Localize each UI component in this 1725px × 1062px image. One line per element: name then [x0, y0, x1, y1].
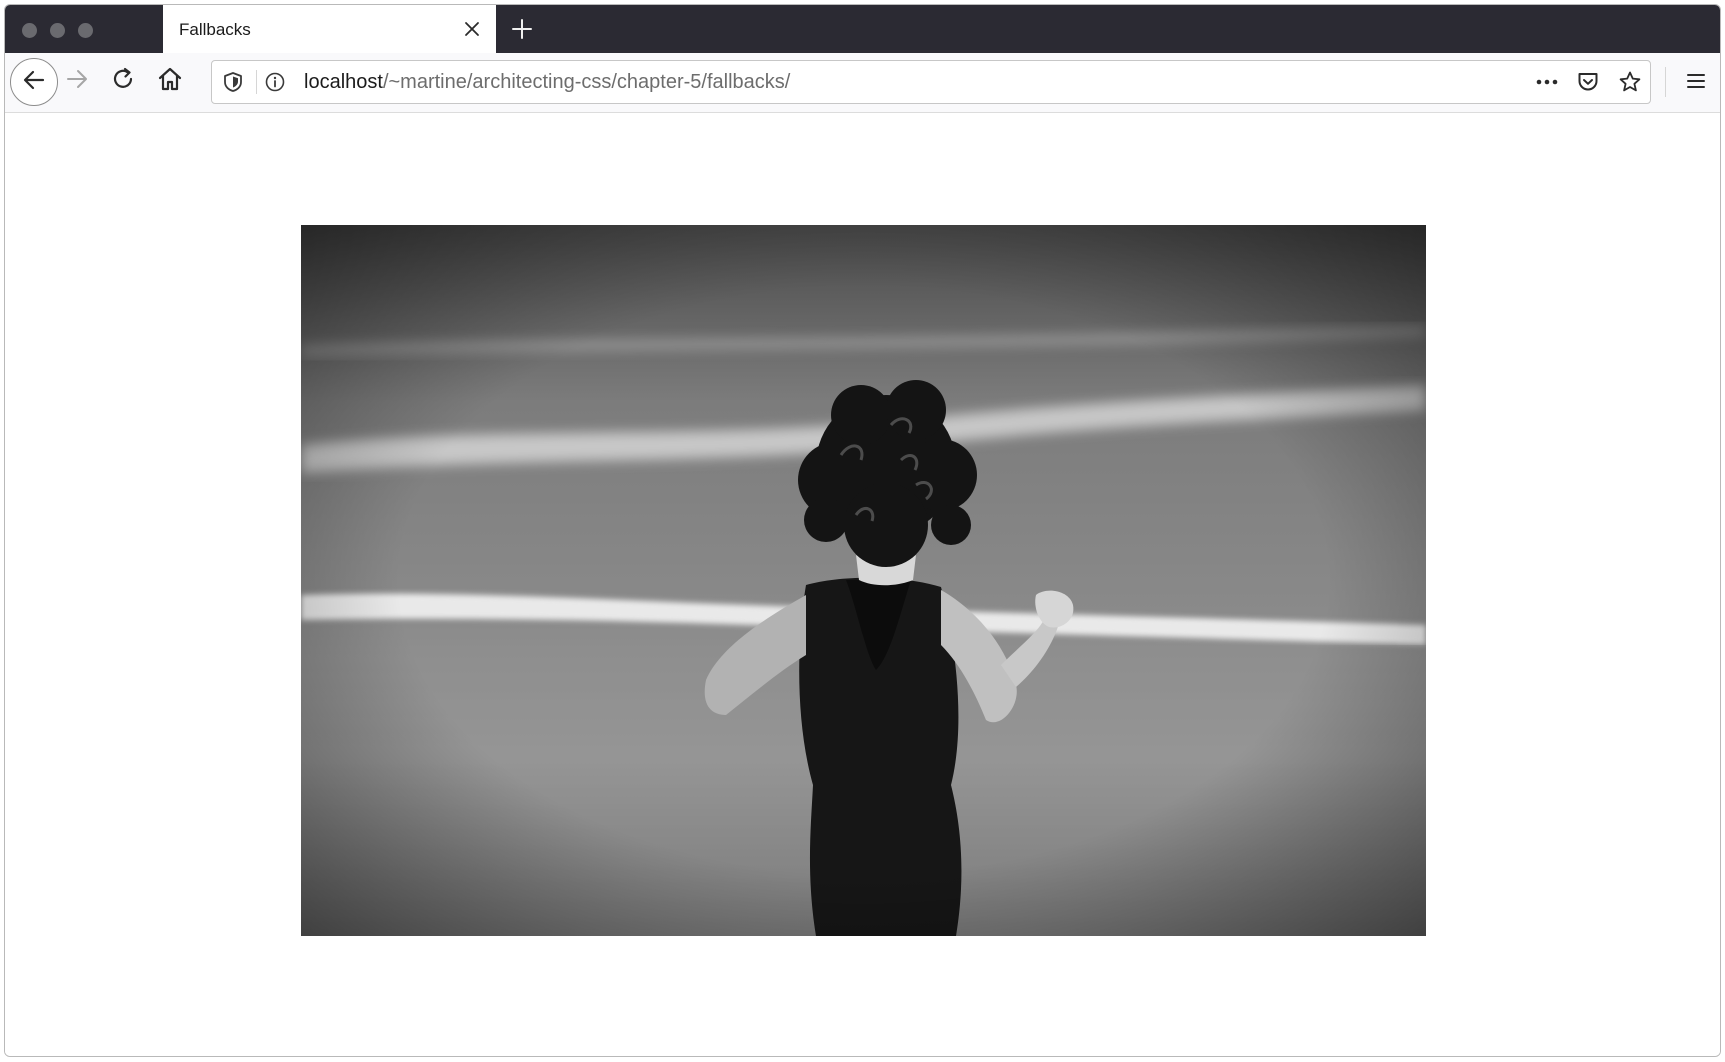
browser-window: Fallbacks localhost/~martine/architectin…: [4, 4, 1721, 1057]
window-zoom-dot[interactable]: [78, 23, 93, 38]
toolbar-divider: [1665, 67, 1666, 97]
shield-icon[interactable]: [220, 69, 246, 95]
arrow-left-icon: [21, 67, 47, 98]
plus-icon[interactable]: [510, 17, 534, 41]
pocket-icon[interactable]: [1575, 69, 1601, 95]
reload-icon: [110, 66, 136, 97]
hamburger-menu-icon[interactable]: [1681, 66, 1711, 96]
beach-photo-illustration: [301, 225, 1426, 936]
address-bar-divider: [256, 70, 257, 94]
arrow-right-icon: [64, 66, 90, 97]
page-content: [5, 113, 1720, 1056]
reload-button[interactable]: [108, 66, 138, 96]
home-icon: [157, 66, 183, 97]
url-path: /~martine/architecting-css/chapter-5/fal…: [382, 71, 791, 93]
forward-button[interactable]: [62, 66, 92, 96]
info-icon[interactable]: [262, 69, 288, 95]
navigation-toolbar: localhost/~martine/architecting-css/chap…: [5, 53, 1720, 113]
address-bar[interactable]: localhost/~martine/architecting-css/chap…: [211, 60, 1651, 104]
url-text: localhost/~martine/architecting-css/chap…: [304, 71, 790, 94]
more-horizontal-icon[interactable]: [1534, 69, 1560, 95]
beach-photo: [301, 225, 1426, 936]
url-host: localhost: [304, 71, 383, 93]
window-close-dot[interactable]: [22, 23, 37, 38]
star-icon[interactable]: [1617, 69, 1643, 95]
back-button[interactable]: [10, 58, 58, 106]
home-button[interactable]: [155, 66, 185, 96]
window-minimize-dot[interactable]: [50, 23, 65, 38]
tab-fallbacks[interactable]: Fallbacks: [163, 5, 496, 53]
tab-strip: Fallbacks: [5, 5, 1720, 53]
close-icon[interactable]: [460, 17, 484, 41]
tab-title: Fallbacks: [179, 20, 251, 39]
